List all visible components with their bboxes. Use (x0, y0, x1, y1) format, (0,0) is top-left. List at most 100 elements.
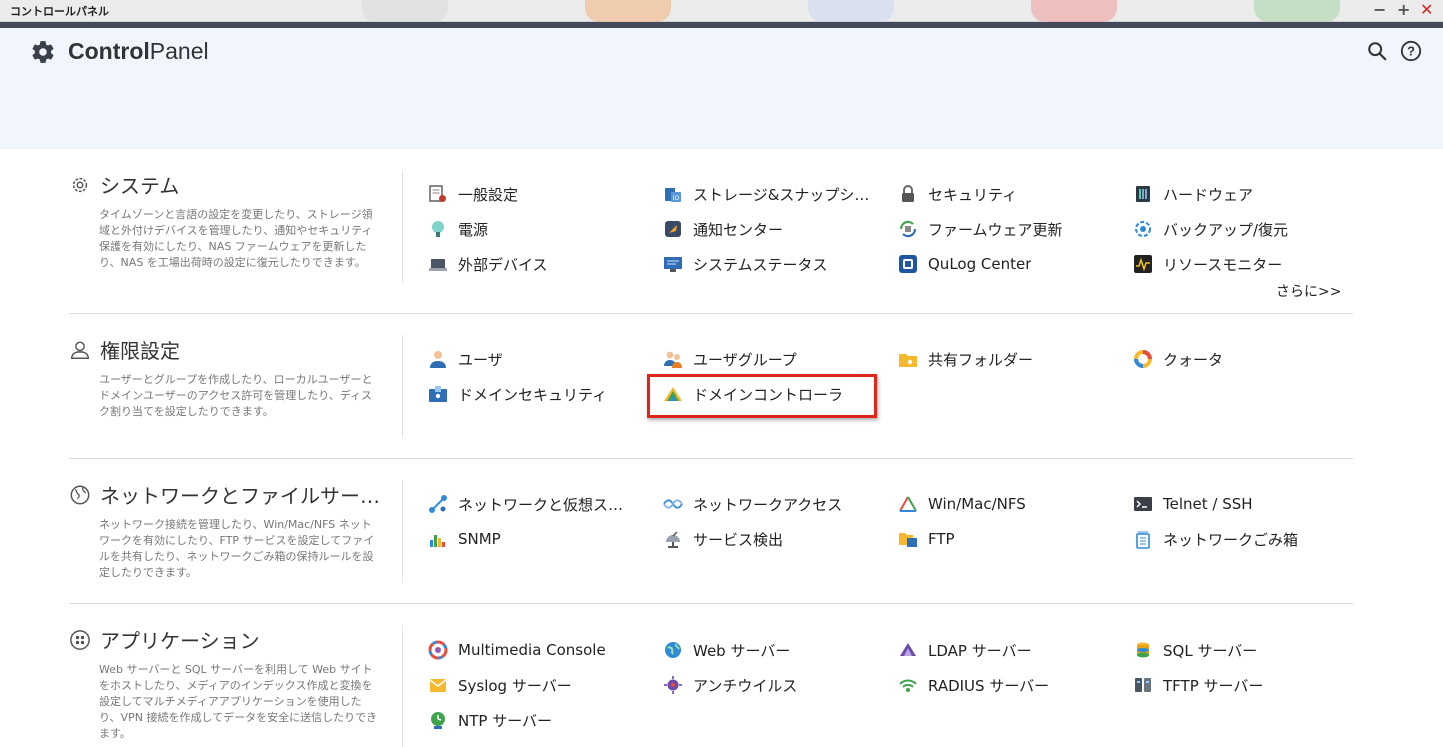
ldap-server-item[interactable]: LDAP サーバー (898, 638, 1098, 662)
help-icon[interactable]: ? (1400, 40, 1422, 62)
resource-monitor-item[interactable]: リソースモニター (1133, 252, 1333, 276)
apps-grid-icon (70, 629, 90, 650)
section-separator (69, 313, 1353, 314)
ntp-server-item[interactable]: NTP サーバー (428, 708, 628, 732)
win-mac-nfs-icon (899, 496, 917, 512)
storage-snapshots-icon: IO (665, 188, 681, 202)
domain-security-item[interactable]: ドメインセキュリティ (428, 382, 628, 406)
backup-restore-icon (1135, 221, 1151, 237)
win-mac-nfs-item[interactable]: Win/Mac/NFS (898, 492, 1098, 516)
maximize-icon[interactable]: + (1397, 1, 1410, 19)
globe-icon (665, 642, 681, 658)
ldap-server-icon (900, 643, 916, 656)
recycle-bin-icon (1136, 531, 1150, 549)
network-access-icon (663, 499, 683, 509)
background-app-icon (1254, 0, 1340, 22)
shared-folder-icon (899, 354, 917, 367)
window-title: コントロールパネル (10, 5, 109, 18)
general-settings-item[interactable]: 一般設定 (428, 182, 628, 206)
app-header: ControlPanel ? (0, 28, 1443, 149)
section-divider-vertical (402, 625, 403, 747)
section-description: ネットワーク接続を管理したり、Win/Mac/NFS ネットワークを有効にしたり… (99, 518, 375, 579)
background-app-icon (585, 0, 671, 22)
power-item[interactable]: 電源 (428, 217, 628, 241)
hardware-item[interactable]: ハードウェア (1133, 182, 1333, 206)
tftp-server-item[interactable]: TFTP サーバー (1133, 673, 1333, 697)
ftp-item[interactable]: FTP (898, 527, 1098, 551)
notification-center-icon (665, 221, 681, 237)
svg-text:?: ? (1407, 44, 1415, 59)
section-title: システム (100, 174, 180, 198)
antivirus-item[interactable]: アンチウイルス (663, 673, 863, 697)
section-title: アプリケーション (100, 629, 260, 653)
section-title: 権限設定 (100, 339, 180, 363)
hardware-icon (1136, 186, 1150, 202)
ntp-server-icon (431, 712, 445, 729)
firmware-update-icon (899, 220, 917, 238)
telnet-ssh-item[interactable]: Telnet / SSH (1133, 492, 1333, 516)
section-title: ネットワークとファイルサービス (100, 484, 380, 508)
section-description: Web サーバーと SQL サーバーを利用して Web サイトをホストしたり、メ… (99, 663, 378, 740)
qulog-center-item[interactable]: QuLog Center (898, 252, 1098, 276)
app-title: ControlPanel (68, 38, 209, 64)
window-title-bar: コントロールパネル − + ✕ (0, 0, 1443, 22)
system-status-icon (664, 257, 682, 272)
shared-folder-item[interactable]: 共有フォルダー (898, 347, 1098, 371)
background-app-icon (808, 0, 894, 22)
database-icon (1137, 642, 1149, 658)
notification-center-item[interactable]: 通知センター (663, 217, 863, 241)
network-virtual-switch-icon (429, 495, 447, 513)
external-device-item[interactable]: 外部デバイス (428, 252, 628, 276)
domain-controller-icon (664, 387, 682, 401)
more-link[interactable]: さらに>> (1276, 281, 1341, 301)
search-icon[interactable] (1366, 40, 1388, 62)
web-server-item[interactable]: Web サーバー (663, 638, 863, 662)
system-status-item[interactable]: システムステータス (663, 252, 863, 276)
terminal-icon (1134, 497, 1152, 511)
background-app-icon (1031, 0, 1117, 22)
user-group-item[interactable]: ユーザグループ (663, 347, 863, 371)
syslog-server-icon (429, 679, 447, 692)
section-description: ユーザーとグループを作成したり、ローカルユーザーとドメインユーザーのアクセス許可… (99, 373, 373, 418)
general-settings-icon (429, 185, 446, 202)
firmware-update-item[interactable]: ファームウェア更新 (898, 217, 1098, 241)
security-item[interactable]: セキュリティ (898, 182, 1098, 206)
gear-outline-icon (72, 177, 88, 192)
user-item[interactable]: ユーザ (428, 347, 628, 371)
syslog-server-item[interactable]: Syslog サーバー (428, 673, 628, 697)
multimedia-console-item[interactable]: Multimedia Console (428, 638, 638, 662)
lock-icon (902, 185, 914, 202)
section-separator (69, 603, 1353, 604)
network-access-item[interactable]: ネットワークアクセス (663, 492, 863, 516)
radius-server-icon (899, 679, 917, 692)
network-recycle-bin-item[interactable]: ネットワークごみ箱 (1133, 527, 1333, 551)
external-device-icon (429, 259, 447, 271)
snmp-item[interactable]: SNMP (428, 527, 628, 551)
svg-text:IO: IO (673, 195, 680, 202)
resource-monitor-icon (1134, 255, 1152, 273)
multimedia-console-icon (428, 640, 448, 660)
section-divider-vertical (402, 480, 403, 583)
app-brand: ControlPanel (30, 38, 209, 65)
section-description: タイムゾーンと言語の設定を変更したり、ストレージ領域と外付けデバイスを管理したり… (99, 208, 373, 269)
quota-icon (1134, 350, 1152, 368)
section-separator (69, 458, 1353, 459)
domain-controller-item[interactable]: ドメインコントローラ (663, 382, 863, 406)
radius-server-item[interactable]: RADIUS サーバー (898, 673, 1098, 697)
sql-server-item[interactable]: SQL サーバー (1133, 638, 1333, 662)
quota-item[interactable]: クォータ (1133, 347, 1333, 371)
user-icon (430, 351, 446, 368)
minimize-icon[interactable]: − (1373, 1, 1386, 19)
qulog-center-icon (899, 255, 917, 273)
snmp-icon (430, 535, 445, 547)
section-divider-vertical (402, 170, 403, 283)
user-outline-icon (71, 340, 89, 359)
lightbulb-icon (432, 221, 444, 237)
tftp-server-icon (1135, 678, 1151, 692)
backup-restore-item[interactable]: バックアップ/復元 (1133, 217, 1333, 241)
network-virtual-switch-item[interactable]: ネットワークと仮想スイッチ (428, 492, 638, 516)
close-icon[interactable]: ✕ (1420, 1, 1433, 19)
service-discovery-item[interactable]: サービス検出 (663, 527, 863, 551)
domain-security-icon (429, 386, 447, 402)
storage-snapshots-item[interactable]: IO ストレージ&スナップショット総合管理 (663, 182, 875, 206)
